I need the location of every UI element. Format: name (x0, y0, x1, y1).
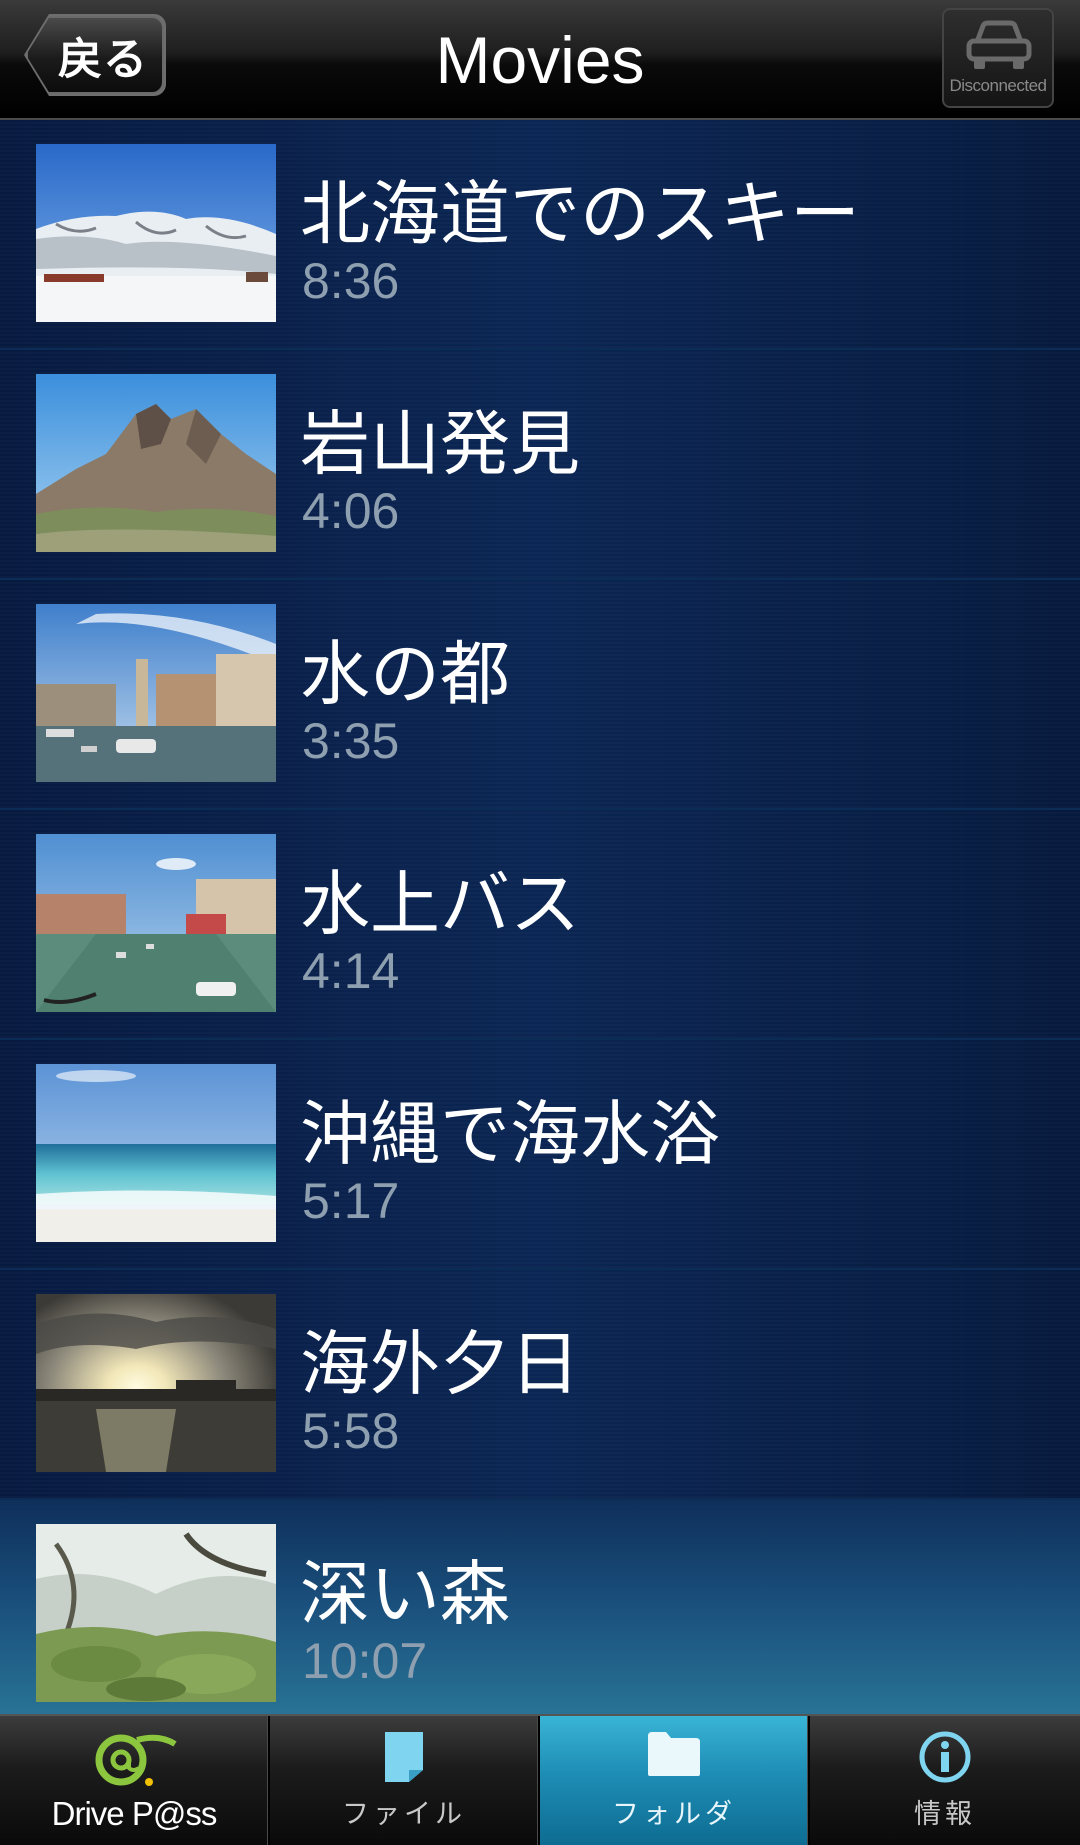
tab-label: ファイル (342, 1799, 466, 1830)
movie-thumbnail (36, 604, 276, 782)
movie-title: 深い森 (300, 1553, 510, 1635)
bottom-tab-bar: Drive P@ss ファイル フォルダ 情報 (0, 1714, 1080, 1845)
list-item[interactable]: 沖縄で海水浴 5:17 (0, 1040, 1080, 1270)
movie-duration: 10:07 (302, 1633, 428, 1689)
movie-title: 海外夕日 (300, 1323, 580, 1405)
header-bar: 戻る Movies Disconnected (0, 0, 1080, 120)
file-icon (385, 1732, 423, 1782)
folder-icon (648, 1732, 700, 1776)
movie-duration: 3:35 (302, 713, 400, 769)
page-title: Movies (435, 23, 645, 97)
connection-status-label: Disconnected (949, 76, 1047, 95)
list-item[interactable]: 海外夕日 5:58 (0, 1270, 1080, 1500)
movie-duration: 4:14 (302, 943, 400, 999)
movie-thumbnail (36, 834, 276, 1012)
movie-title: 岩山発見 (300, 403, 580, 485)
movie-thumbnail (36, 1064, 276, 1242)
info-icon (919, 1731, 971, 1783)
tab-folder[interactable]: フォルダ (540, 1716, 810, 1845)
tab-drivepass[interactable]: Drive P@ss (0, 1716, 270, 1845)
tab-label: フォルダ (612, 1799, 736, 1830)
movie-thumbnail (36, 1294, 276, 1472)
list-item[interactable]: 深い森 10:07 (0, 1500, 1080, 1714)
movie-title: 北海道でのスキー (300, 173, 860, 255)
movie-thumbnail (36, 1524, 276, 1702)
movie-title: 水上バス (300, 863, 580, 945)
movie-thumbnail (36, 374, 276, 552)
movie-duration: 5:17 (302, 1173, 400, 1229)
movie-duration: 5:58 (302, 1403, 400, 1459)
drivepass-logo-icon (95, 1734, 177, 1786)
tab-info[interactable]: 情報 (810, 1716, 1080, 1845)
tab-label: 情報 (914, 1799, 976, 1830)
movie-thumbnail (36, 144, 276, 322)
movie-duration: 8:36 (302, 253, 400, 309)
list-item[interactable]: 岩山発見 4:06 (0, 350, 1080, 580)
movie-list: 北海道でのスキー 8:36 岩山発見 4:06 水の都 3:35 水上バス 4:… (0, 120, 1080, 1714)
movie-duration: 4:06 (302, 483, 400, 539)
list-item[interactable]: 北海道でのスキー 8:36 (0, 120, 1080, 350)
connection-button[interactable]: Disconnected (942, 8, 1054, 108)
list-item[interactable]: 水上バス 4:14 (0, 810, 1080, 1040)
car-icon (966, 20, 1032, 69)
tab-file[interactable]: ファイル (270, 1716, 540, 1845)
movie-title: 水の都 (300, 633, 510, 715)
movie-title: 沖縄で海水浴 (300, 1093, 720, 1175)
tab-label: Drive P@ss (51, 1795, 218, 1832)
list-item[interactable]: 水の都 3:35 (0, 580, 1080, 810)
